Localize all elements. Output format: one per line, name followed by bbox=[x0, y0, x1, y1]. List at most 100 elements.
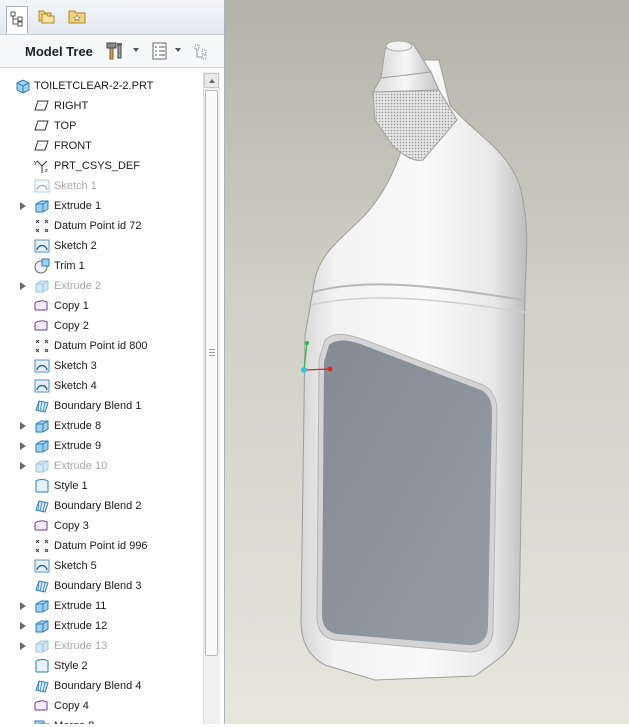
tree-item-label: Sketch 1 bbox=[54, 180, 97, 192]
tree-item-label: Boundary Blend 1 bbox=[54, 400, 142, 412]
extrude-icon bbox=[34, 418, 50, 434]
tree-item[interactable]: TOP bbox=[0, 116, 204, 136]
tree-item[interactable]: Sketch 4 bbox=[0, 376, 204, 396]
graphics-viewport[interactable] bbox=[225, 0, 629, 724]
boundary-blend-icon bbox=[34, 678, 50, 694]
tree-item-label: Datum Point id 800 bbox=[54, 340, 148, 352]
scroll-thumb[interactable] bbox=[205, 90, 218, 656]
tree-item-label: Extrude 2 bbox=[54, 280, 102, 292]
tree-item[interactable]: Sketch 1 bbox=[0, 176, 204, 196]
bottle-model bbox=[300, 40, 528, 681]
tree-item[interactable]: Style 2 bbox=[0, 656, 204, 676]
tree-item[interactable]: Extrude 1 bbox=[0, 196, 204, 216]
expand-arrow-icon[interactable] bbox=[20, 282, 26, 290]
tree-root-label: TOILETCLEAR-2-2.PRT bbox=[34, 80, 154, 92]
datum-point-icon bbox=[34, 338, 50, 354]
tree-item-label: Copy 2 bbox=[54, 320, 89, 332]
sketch-icon bbox=[34, 358, 50, 374]
settings-hammer-icon[interactable] bbox=[106, 41, 126, 61]
tree-item-label: Copy 1 bbox=[54, 300, 89, 312]
navigator-tabs bbox=[0, 0, 224, 35]
tree-item[interactable]: Extrude 11 bbox=[0, 596, 204, 616]
tree-item[interactable]: Sketch 5 bbox=[0, 556, 204, 576]
tree-item[interactable]: Extrude 10 bbox=[0, 456, 204, 476]
svg-text:z: z bbox=[45, 168, 48, 174]
model-tree-toolbar: Model Tree bbox=[0, 35, 224, 68]
tree-item-label: Datum Point id 72 bbox=[54, 220, 142, 232]
tree-item-label: PRT_CSYS_DEF bbox=[54, 160, 140, 172]
tree-item[interactable]: Copy 4 bbox=[0, 696, 204, 716]
extrude-icon bbox=[34, 638, 50, 654]
scroll-up-button[interactable] bbox=[204, 73, 219, 88]
tree-item[interactable]: Merge 8 bbox=[0, 716, 204, 724]
sketch-icon bbox=[34, 378, 50, 394]
tree-columns-dropdown-arrow[interactable] bbox=[175, 48, 181, 52]
tree-item-label: Extrude 11 bbox=[54, 600, 107, 612]
tree-item[interactable]: Boundary Blend 4 bbox=[0, 676, 204, 696]
expand-arrow-icon[interactable] bbox=[20, 202, 26, 210]
copy-icon bbox=[34, 298, 50, 314]
tree-item[interactable]: Copy 2 bbox=[0, 316, 204, 336]
tree-item-label: Extrude 9 bbox=[54, 440, 102, 452]
expand-arrow-icon[interactable] bbox=[20, 642, 26, 650]
expand-arrow-icon[interactable] bbox=[20, 462, 26, 470]
model-tree-panel: Model Tree TOILETCLEAR-2-2.PRT RIGHT TOP F… bbox=[0, 0, 225, 724]
show-hide-icon[interactable] bbox=[193, 41, 213, 61]
tree-item[interactable]: Extrude 8 bbox=[0, 416, 204, 436]
extrude-icon bbox=[34, 438, 50, 454]
tree-item[interactable]: Style 1 bbox=[0, 476, 204, 496]
tree-item[interactable]: Boundary Blend 1 bbox=[0, 396, 204, 416]
tree-item[interactable]: Extrude 2 bbox=[0, 276, 204, 296]
extrude-icon bbox=[34, 618, 50, 634]
boundary-blend-icon bbox=[34, 398, 50, 414]
sketch-icon bbox=[34, 238, 50, 254]
tree-item[interactable]: RIGHT bbox=[0, 96, 204, 116]
extrude-icon bbox=[34, 278, 50, 294]
tree-item[interactable]: Datum Point id 996 bbox=[0, 536, 204, 556]
tree-item[interactable]: Extrude 9 bbox=[0, 436, 204, 456]
copy-icon bbox=[34, 698, 50, 714]
model-tree-tab[interactable] bbox=[6, 6, 28, 34]
style-icon bbox=[34, 658, 50, 674]
tree-root-part[interactable]: TOILETCLEAR-2-2.PRT bbox=[0, 76, 204, 96]
favorites-tab-icon bbox=[68, 8, 86, 27]
svg-text:y: y bbox=[34, 160, 37, 166]
tree-item-label: Style 2 bbox=[54, 660, 88, 672]
folder-browser-tab[interactable] bbox=[36, 6, 58, 28]
tree-item[interactable]: Copy 1 bbox=[0, 296, 204, 316]
part-icon bbox=[15, 78, 31, 94]
folder-browser-tab-icon bbox=[38, 8, 56, 27]
tree-item[interactable]: Trim 1 bbox=[0, 256, 204, 276]
tree-item-label: Merge 8 bbox=[54, 720, 94, 724]
tree-scrollbar[interactable] bbox=[203, 72, 220, 724]
tree-item[interactable]: Datum Point id 72 bbox=[0, 216, 204, 236]
tree-item[interactable]: Copy 3 bbox=[0, 516, 204, 536]
tree-item[interactable]: FRONT bbox=[0, 136, 204, 156]
tree-item[interactable]: Sketch 2 bbox=[0, 236, 204, 256]
tree-item-label: Sketch 2 bbox=[54, 240, 97, 252]
tree-item[interactable]: Extrude 13 bbox=[0, 636, 204, 656]
settings-dropdown-arrow[interactable] bbox=[133, 48, 139, 52]
tree-item[interactable]: y z PRT_CSYS_DEF bbox=[0, 156, 204, 176]
model-tree-tab-icon bbox=[10, 11, 24, 30]
tree-item-label: Extrude 1 bbox=[54, 200, 102, 212]
tree-item[interactable]: Extrude 12 bbox=[0, 616, 204, 636]
expand-arrow-icon[interactable] bbox=[20, 422, 26, 430]
expand-arrow-icon[interactable] bbox=[20, 622, 26, 630]
datum-plane-icon bbox=[34, 118, 50, 134]
tree-item-label: Boundary Blend 2 bbox=[54, 500, 142, 512]
favorites-tab[interactable] bbox=[66, 6, 88, 28]
tree-item[interactable]: Boundary Blend 2 bbox=[0, 496, 204, 516]
expand-arrow-icon[interactable] bbox=[20, 602, 26, 610]
expand-arrow-icon[interactable] bbox=[20, 442, 26, 450]
datum-point-icon bbox=[34, 218, 50, 234]
tree-item-label: Sketch 3 bbox=[54, 360, 97, 372]
tree-columns-icon[interactable] bbox=[151, 41, 171, 61]
tree-item[interactable]: Sketch 3 bbox=[0, 356, 204, 376]
tree-item[interactable]: Datum Point id 800 bbox=[0, 336, 204, 356]
datum-plane-icon bbox=[34, 138, 50, 154]
tree-item-label: Boundary Blend 4 bbox=[54, 680, 142, 692]
style-icon bbox=[34, 478, 50, 494]
tree-item[interactable]: Boundary Blend 3 bbox=[0, 576, 204, 596]
tree-item-label: Copy 4 bbox=[54, 700, 89, 712]
